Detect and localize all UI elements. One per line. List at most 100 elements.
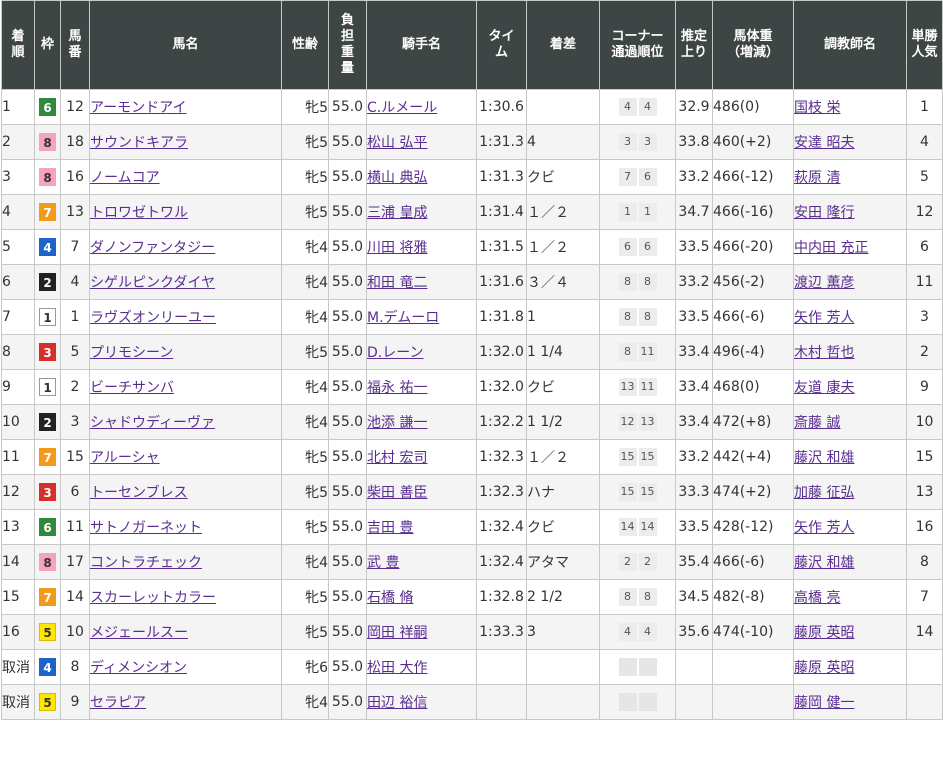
jockey-link[interactable]: 岡田 祥嗣 [368,625,428,641]
corner-position: 8 [638,308,657,326]
frame-badge: 7 [39,448,56,466]
carried-weight-cell: 55.0 [328,579,367,615]
corner-cell [599,684,676,720]
horse-name-link[interactable]: セラピア [91,695,147,711]
jockey-link[interactable]: 田辺 裕信 [368,695,428,711]
table-row: 12 3 6 トーセンブレス 牝5 55.0 柴田 善臣 1:32.3 ハナ 15 15 33.3 47… [1,474,943,510]
corner-position: 15 [618,448,637,466]
trainer-link[interactable]: 木村 哲也 [795,345,855,361]
jockey-link[interactable]: 石橋 脩 [368,590,414,606]
jockey-link[interactable]: 柴田 善臣 [368,485,428,501]
frame-badge: 5 [39,693,56,711]
jockey-link[interactable]: 三浦 皇成 [368,205,428,221]
trainer-link[interactable]: 加藤 征弘 [795,485,855,501]
horse-name-cell: シャドウディーヴァ [89,404,282,440]
trainer-link[interactable]: 安田 隆行 [795,205,855,221]
corner-cell: 12 13 [599,404,676,440]
trainer-link[interactable]: 高橋 亮 [795,590,841,606]
last3f-cell: 32.9 [675,89,713,125]
corner-position: 8 [618,343,637,361]
body-weight-cell: 442(+4) [712,439,794,475]
trainer-link[interactable]: 藤沢 和雄 [795,450,855,466]
last3f-cell: 35.4 [675,544,713,580]
trainer-cell: 加藤 征弘 [793,474,907,510]
jockey-link[interactable]: 武 豊 [368,555,400,571]
frame-cell: 5 [34,614,61,650]
trainer-link[interactable]: 藤岡 健一 [795,695,855,711]
margin-cell: 2 1/2 [526,579,600,615]
jockey-link[interactable]: 川田 将雅 [368,240,428,256]
trainer-link[interactable]: 斎藤 誠 [795,415,841,431]
trainer-link[interactable]: 国枝 栄 [795,100,841,116]
body-weight-cell: 474(-10) [712,614,794,650]
popularity-cell: 12 [906,194,943,230]
horse-name-link[interactable]: アルーシャ [91,450,160,466]
time-cell: 1:31.3 [476,159,527,195]
horse-name-link[interactable]: コントラチェック [91,555,203,571]
horse-name-link[interactable]: トーセンブレス [91,485,188,501]
trainer-link[interactable]: 渡辺 薫彦 [795,275,855,291]
horse-name-link[interactable]: アーモンドアイ [91,100,187,116]
horse-name-link[interactable]: プリモシーン [91,345,174,361]
trainer-link[interactable]: 安達 昭夫 [795,135,855,151]
margin-cell: １／２ [526,194,600,230]
horse-name-link[interactable]: サトノガーネット [91,520,203,536]
table-row: 14 8 17 コントラチェック 牝4 55.0 武 豊 1:32.4 アタマ 2 2 35.4 466… [1,544,943,580]
jockey-link[interactable]: 池添 謙一 [368,415,428,431]
trainer-link[interactable]: 矢作 芳人 [795,520,855,536]
trainer-link[interactable]: 藤原 英昭 [795,660,855,676]
horse-name-link[interactable]: ディメンシオン [91,660,188,676]
jockey-link[interactable]: 松田 大作 [368,660,428,676]
time-cell [476,649,527,685]
trainer-link[interactable]: 藤沢 和雄 [795,555,855,571]
time-cell: 1:32.3 [476,439,527,475]
carried-weight-cell: 55.0 [328,649,367,685]
margin-cell [526,89,600,125]
margin-cell: 4 [526,124,600,160]
horse-name-link[interactable]: ノームコア [91,170,160,186]
jockey-link[interactable]: D.レーン [368,345,424,361]
trainer-cell: 高橋 亮 [793,579,907,615]
body-weight-cell: 460(+2) [712,124,794,160]
frame-cell: 7 [34,579,61,615]
jockey-link[interactable]: M.デムーロ [368,310,440,326]
carried-weight-cell: 55.0 [328,229,367,265]
horse-name-link[interactable]: ダノンファンタジー [91,240,216,256]
jockey-link[interactable]: 吉田 豊 [368,520,414,536]
jockey-link[interactable]: C.ルメール [368,100,438,116]
corner-position: 1 [618,203,637,221]
trainer-link[interactable]: 萩原 清 [795,170,841,186]
horse-name-link[interactable]: ラヴズオンリーユー [91,310,217,326]
trainer-link[interactable]: 藤原 英昭 [795,625,855,641]
jockey-link[interactable]: 福永 祐一 [368,380,428,396]
jockey-link[interactable]: 横山 典弘 [368,170,428,186]
popularity-cell: 9 [906,369,943,405]
horse-name-link[interactable]: トロワゼトワル [91,205,189,221]
jockey-link[interactable]: 松山 弘平 [368,135,428,151]
jockey-link[interactable]: 北村 宏司 [368,450,428,466]
col-header-rank: 着順 [1,0,35,90]
frame-cell: 1 [34,369,61,405]
frame-badge: 4 [39,238,56,256]
trainer-link[interactable]: 友道 康夫 [795,380,855,396]
horse-name-link[interactable]: サウンドキアラ [91,135,189,151]
col-header-popularity: 単勝人気 [906,0,943,90]
carried-weight-cell: 55.0 [328,194,367,230]
trainer-link[interactable]: 中内田 充正 [795,240,869,256]
frame-cell: 3 [34,334,61,370]
horse-name-link[interactable]: ビーチサンバ [91,380,175,396]
horse-name-link[interactable]: シャドウディーヴァ [91,415,216,431]
corner-positions [618,658,657,676]
horse-name-link[interactable]: シゲルピンクダイヤ [91,275,216,291]
horse-name-link[interactable]: メジェールスー [91,625,189,641]
last3f-cell: 33.4 [675,369,713,405]
jockey-link[interactable]: 和田 竜二 [368,275,428,291]
rank-text: 16 [2,624,20,640]
jockey-cell: 池添 謙一 [366,404,477,440]
horse-name-link[interactable]: スカーレットカラー [91,590,217,606]
body-weight-cell: 472(+8) [712,404,794,440]
horse-name-cell: サウンドキアラ [89,124,282,160]
last3f-cell: 33.2 [675,264,713,300]
trainer-link[interactable]: 矢作 芳人 [795,310,855,326]
trainer-cell: 萩原 清 [793,159,907,195]
